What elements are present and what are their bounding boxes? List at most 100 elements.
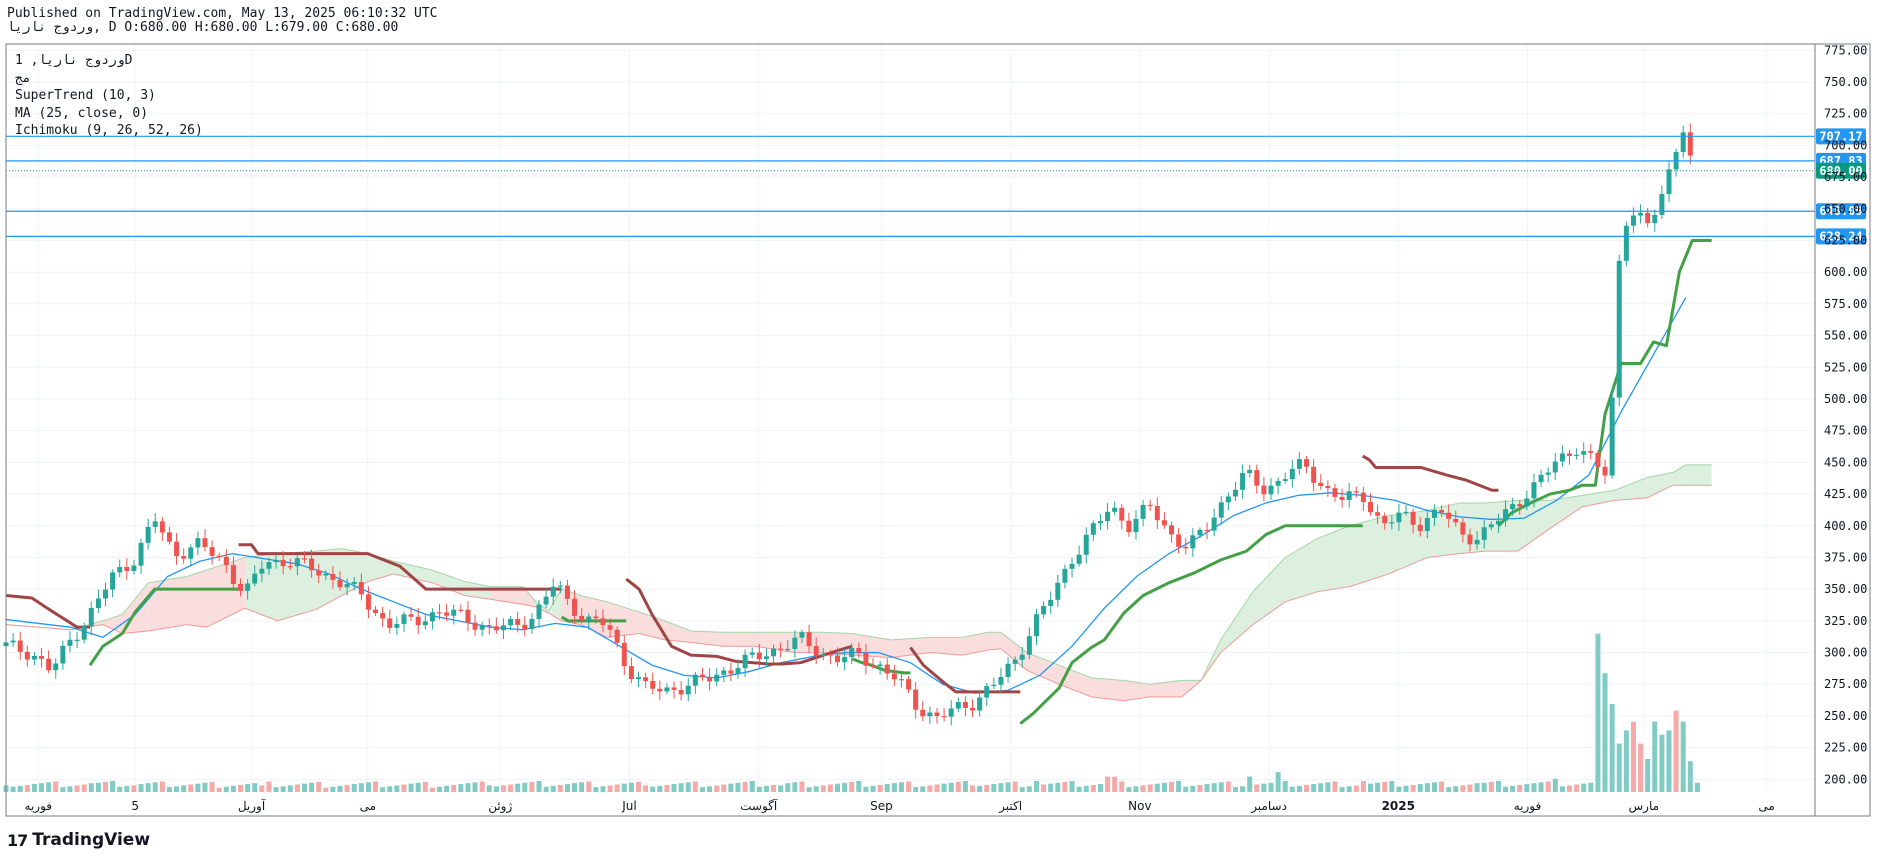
candle-body [1183,546,1189,549]
volume-bar [394,785,400,792]
volume-bar [1112,776,1118,792]
candle-body [728,670,734,674]
candle-body [1332,488,1338,497]
tradingview-logo[interactable]: 17 TradingView [7,829,150,851]
volume-bar [778,785,784,792]
candle-body [1169,525,1175,535]
volume-bar [479,781,485,792]
candle-body [870,665,876,667]
axes: 200.00 225.00 250.00 275.00 300.00 325.00 350.… [5,43,1871,817]
volume-bar [1119,781,1125,792]
legend-ma: MA (25, close, 0) [15,105,149,121]
y-tick-label: 550.00 [1824,329,1867,343]
candle-body [358,582,364,595]
candle-body [1503,509,1509,521]
y-tick-label: 400.00 [1824,519,1867,533]
volume-bar [138,784,144,792]
volume-bar [1169,781,1175,792]
volume-bar [1147,784,1153,792]
cloud-segment [1388,510,1428,574]
cloud-segment [186,570,207,628]
volume-bar [1311,784,1317,792]
candle-body [387,618,393,628]
volume-bar [948,782,954,792]
volume-bar [572,783,578,792]
volume-bar [1339,787,1345,792]
candle-body [799,632,805,638]
candle-body [131,565,137,571]
candle-body [1517,504,1523,507]
y-tick-label: 525.00 [1824,360,1867,374]
candle-body [1232,489,1238,497]
volume-bar [664,784,670,792]
candle-body [24,651,30,660]
candle-body [394,623,400,628]
volume-bar [586,781,592,792]
volume-bar [287,785,293,792]
volume-bar [884,784,890,792]
candle-body [1417,524,1423,532]
volume-bar [31,784,37,792]
candle-body [1282,479,1288,481]
volume-bar [1289,786,1295,792]
candle-body [543,596,549,605]
volume-bar [1559,786,1565,792]
volume-bar [1581,783,1587,792]
volume-bar [102,781,108,792]
candle-body [1261,485,1267,495]
candle-body [579,615,585,621]
volume-bar [1133,786,1139,792]
candle-body [863,652,869,666]
candle-body [856,648,862,653]
x-tick-label: فوریه [25,799,53,814]
volume-bar [1368,783,1374,792]
volume-bar [856,781,862,792]
candle-body [1218,502,1224,518]
volume-bar [749,781,755,792]
volume-bar [1673,710,1679,792]
volume-bar [536,781,542,792]
candle-body [238,584,244,591]
y-tick-label: 700.00 [1824,138,1867,152]
volume-bar [1204,784,1210,792]
candle-body [1097,521,1103,524]
volume-bar [678,783,684,792]
volume-bar [1417,784,1423,792]
volume-bar [1161,782,1167,792]
candle-body [941,716,947,718]
candle-body [458,609,464,611]
candle-body [927,712,933,717]
volume-bar [1609,704,1615,792]
candle-body [444,612,450,616]
candle-body [792,637,798,649]
cloud-segment [962,632,989,656]
candle-body [1026,636,1032,655]
volume-bar [74,785,80,792]
candle-body [195,538,201,548]
volume-bar [1353,785,1359,792]
volume-bar [977,785,983,792]
candle-body [529,618,535,629]
candle-body [259,568,265,574]
candle-body [31,655,37,660]
candle-body [508,619,514,626]
volume-bar [650,786,656,792]
candle-body [138,542,144,566]
candle-body [778,648,784,650]
volume-bar [721,784,727,792]
x-tick-label: فوریه [1514,799,1542,814]
candle-body [60,645,66,664]
candle-body [1147,504,1153,507]
volume-bar [145,783,151,792]
volume-bar [827,784,833,792]
volume-bar [152,782,158,792]
candle-body [1652,214,1658,224]
candle-body [1254,469,1260,486]
candle-body [294,558,300,567]
candle-body [1431,509,1437,518]
candle-body [536,604,542,619]
cloud-segment [148,576,187,631]
candle-body [600,618,606,626]
y-tick-label: 675.00 [1824,170,1867,184]
candle-body [1055,582,1061,600]
